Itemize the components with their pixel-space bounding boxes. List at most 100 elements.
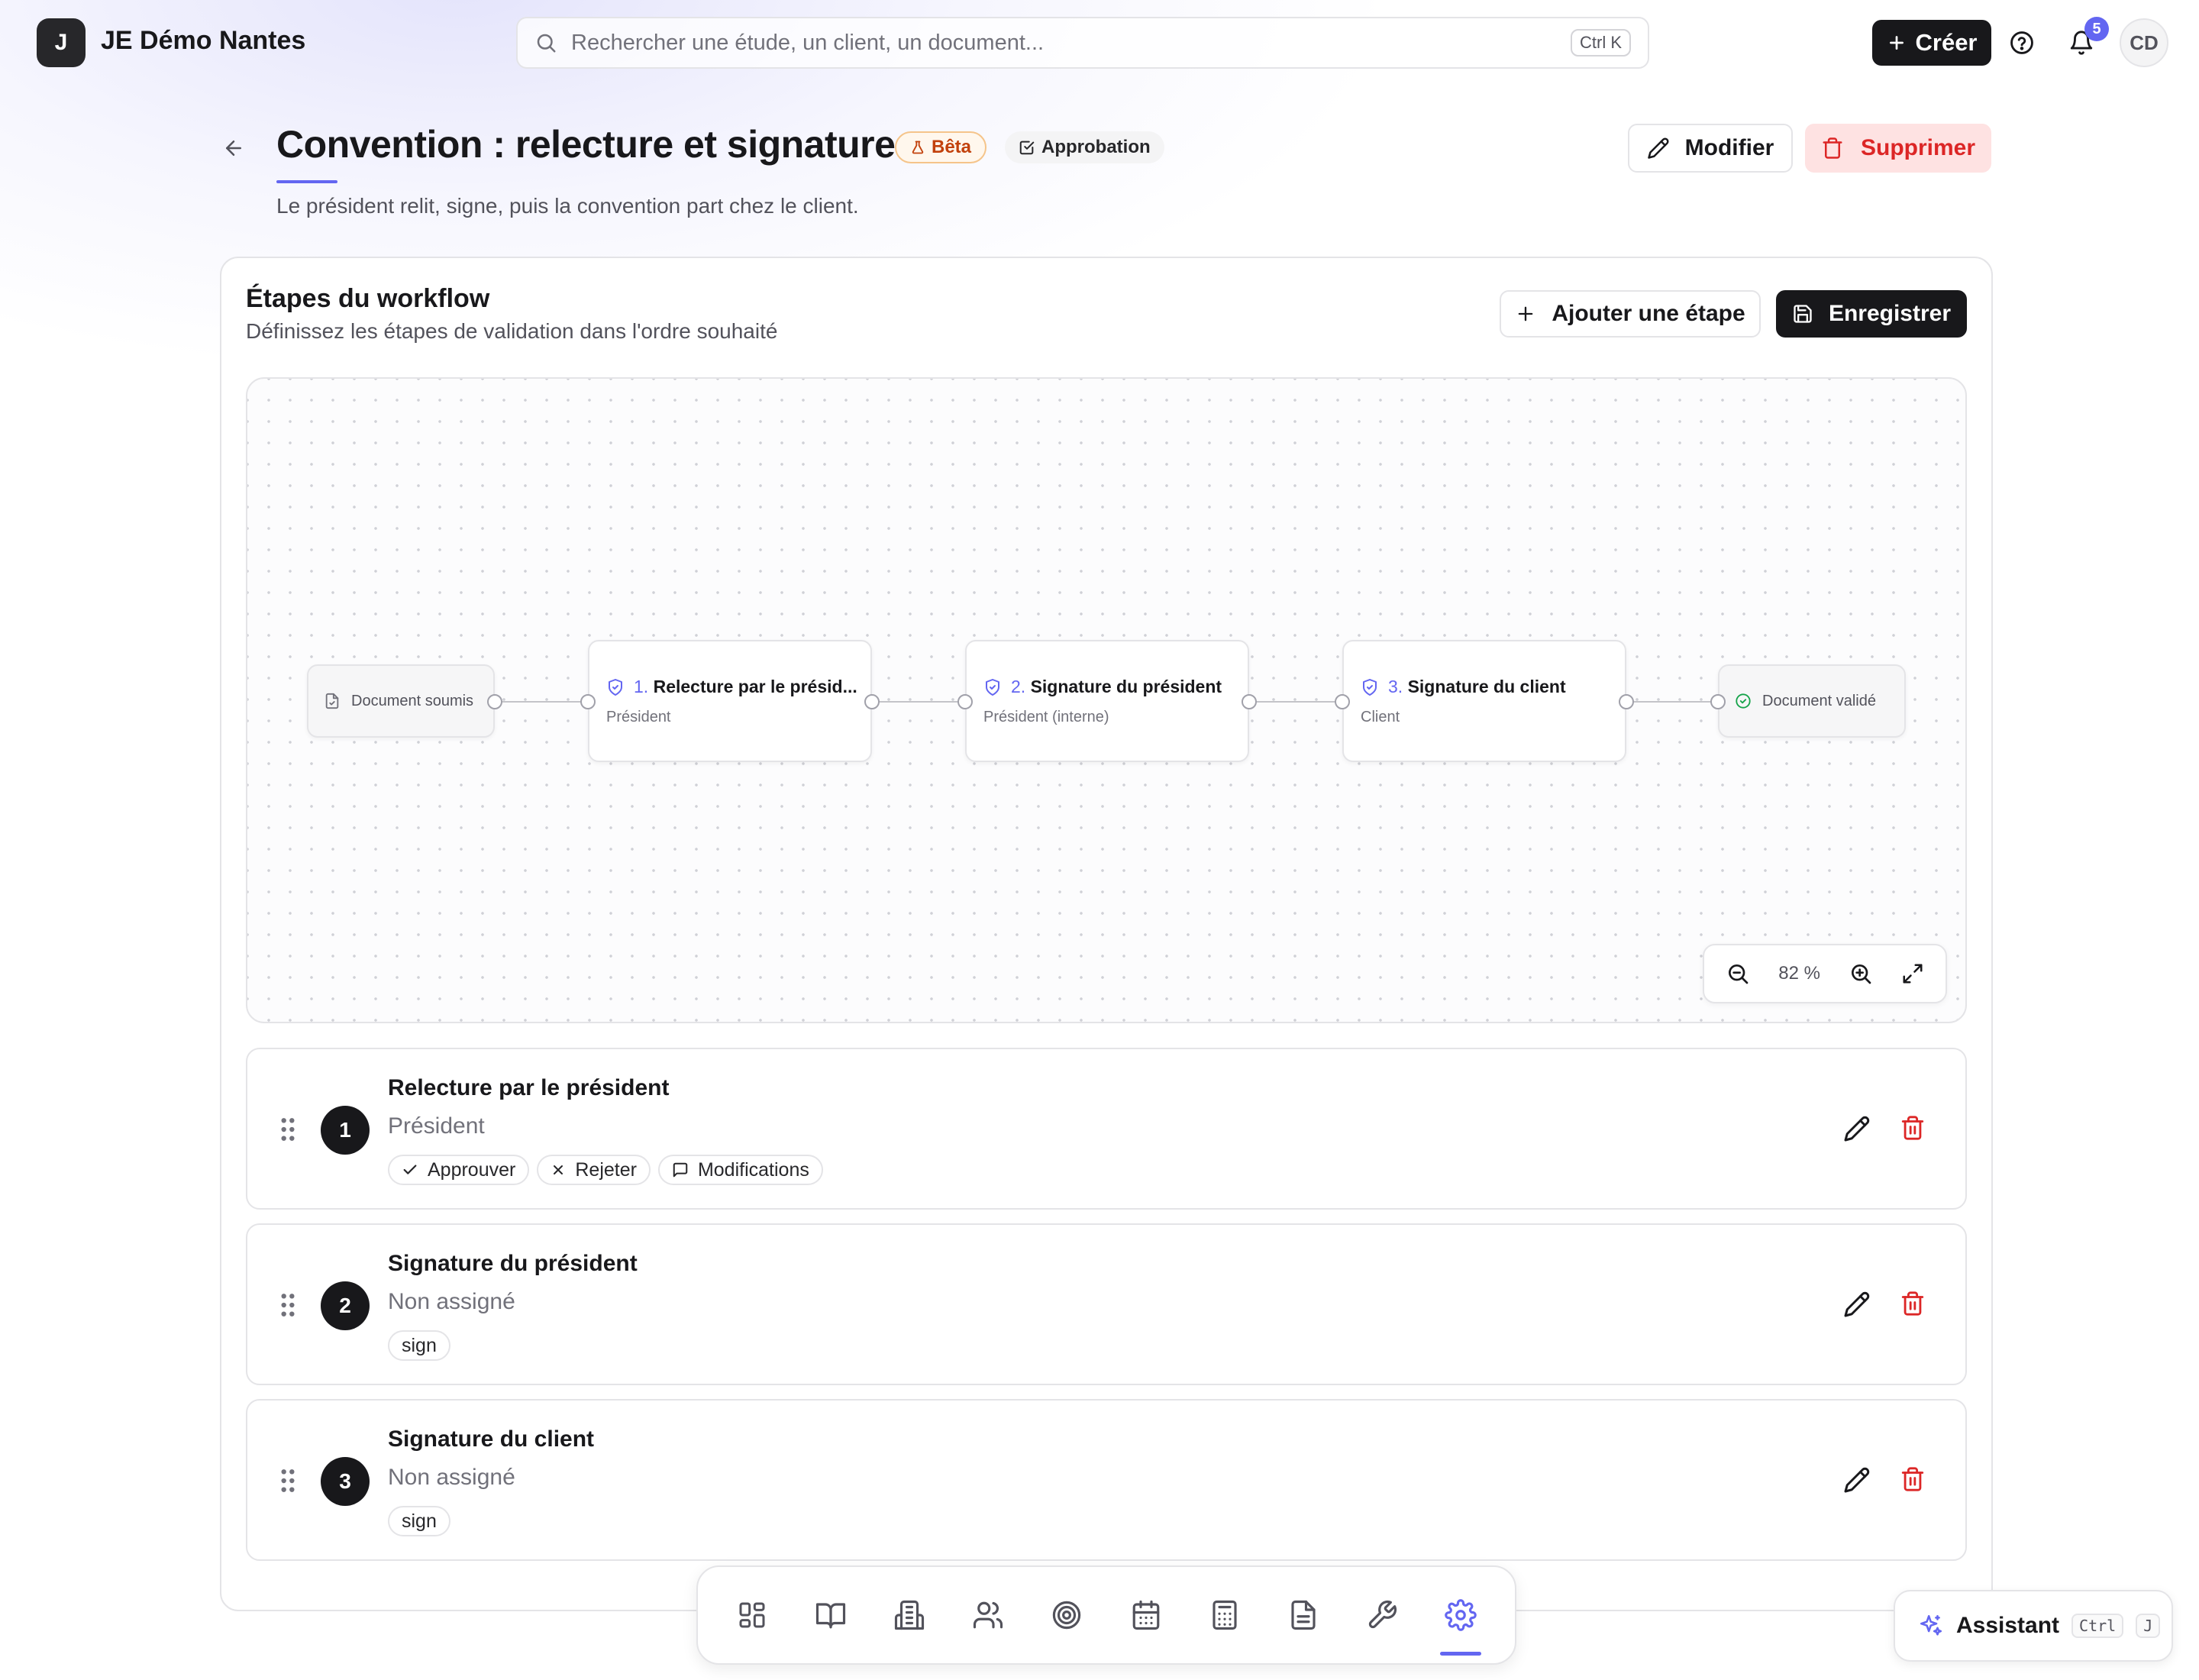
dock-target[interactable] — [1040, 1588, 1093, 1642]
node-step-number: 2. — [1011, 677, 1026, 696]
step-assignee: Non assigné — [388, 1465, 515, 1490]
gear-icon — [1445, 1599, 1477, 1631]
pencil-icon — [1844, 1116, 1870, 1142]
trash-icon — [1901, 1467, 1924, 1491]
node-handle[interactable] — [957, 694, 973, 709]
assistant-button[interactable]: Assistant Ctrl J — [1894, 1590, 2173, 1662]
drag-handle-icon[interactable] — [279, 1292, 296, 1318]
create-button-label: Créer — [1915, 29, 1978, 56]
edge-1-2 — [873, 701, 964, 703]
zoom-out-button[interactable] — [1726, 961, 1750, 986]
assistant-label: Assistant — [1956, 1613, 2060, 1638]
step-number: 2 — [321, 1281, 370, 1330]
edit-workflow-button[interactable]: Modifier — [1628, 124, 1793, 173]
node-step-3[interactable]: 3. Signature du client Client — [1342, 640, 1626, 762]
bottom-dock — [696, 1565, 1516, 1665]
node-step-role: Président (interne) — [983, 709, 1109, 725]
expand-icon — [1903, 964, 1923, 984]
save-button[interactable]: Enregistrer — [1776, 290, 1967, 338]
step-number: 1 — [321, 1106, 370, 1155]
node-step-title: Signature du président — [1030, 677, 1222, 696]
node-handle[interactable] — [1710, 694, 1726, 709]
trash-icon — [1901, 1116, 1924, 1140]
dock-users[interactable] — [961, 1588, 1015, 1642]
node-end-label: Document validé — [1762, 692, 1876, 709]
arrow-left-icon — [222, 137, 245, 160]
flask-icon — [910, 140, 925, 155]
drag-handle-icon[interactable] — [279, 1468, 296, 1494]
edit-workflow-label: Modifier — [1684, 135, 1774, 160]
step-row-3[interactable]: 3 Signature du client Non assigné sign — [246, 1399, 1967, 1561]
users-icon — [974, 1601, 1003, 1629]
org-logo[interactable]: J — [37, 18, 86, 67]
node-handle[interactable] — [580, 694, 596, 709]
fit-view-button[interactable] — [1901, 962, 1924, 985]
org-name[interactable]: JE Démo Nantes — [101, 26, 305, 56]
pencil-icon — [1647, 137, 1670, 160]
dock-active-indicator — [1439, 1652, 1481, 1656]
help-button[interactable] — [2007, 27, 2037, 58]
book-icon — [816, 1603, 846, 1629]
edit-step-button[interactable] — [1843, 1115, 1871, 1142]
zoom-in-icon — [1851, 964, 1871, 984]
action-chip-reject: Rejeter — [537, 1155, 651, 1185]
save-icon — [1792, 303, 1813, 325]
search-icon — [534, 31, 557, 54]
zoom-in-button[interactable] — [1849, 961, 1873, 986]
node-handle[interactable] — [1335, 694, 1350, 709]
workflow-section-title: Étapes du workflow — [246, 284, 490, 313]
step-row-2[interactable]: 2 Signature du président Non assigné sig… — [246, 1223, 1967, 1385]
help-icon — [2009, 30, 2035, 56]
step-row-1[interactable]: 1 Relecture par le président Président A… — [246, 1048, 1967, 1210]
zoom-out-icon — [1729, 964, 1749, 984]
beta-badge: Bêta — [895, 131, 987, 163]
zoom-controls: 82 % — [1703, 944, 1947, 1003]
dock-tools[interactable] — [1355, 1588, 1409, 1642]
node-step-2[interactable]: 2. Signature du président Président (int… — [965, 640, 1249, 762]
drag-handle-icon[interactable] — [279, 1116, 296, 1142]
delete-step-button[interactable] — [1900, 1291, 1926, 1317]
create-button[interactable]: Créer — [1872, 20, 1991, 66]
action-chip-sign: sign — [388, 1330, 450, 1361]
edit-step-button[interactable] — [1843, 1291, 1871, 1318]
node-step-role: Président — [606, 709, 671, 725]
back-button[interactable] — [218, 133, 249, 163]
node-handle[interactable] — [1619, 694, 1634, 709]
dock-documents[interactable] — [1277, 1588, 1330, 1642]
add-step-button[interactable]: Ajouter une étape — [1500, 290, 1761, 338]
delete-workflow-button[interactable]: Supprimer — [1805, 124, 1991, 173]
dock-settings[interactable] — [1434, 1588, 1487, 1656]
edge-2-3 — [1251, 701, 1341, 703]
action-chip-label: Modifications — [697, 1158, 809, 1181]
dock-calculator[interactable] — [1198, 1588, 1251, 1642]
add-step-label: Ajouter une étape — [1552, 301, 1745, 326]
save-label: Enregistrer — [1828, 301, 1952, 326]
node-end[interactable]: Document validé — [1718, 664, 1906, 738]
dock-calendar[interactable] — [1119, 1588, 1173, 1642]
user-avatar[interactable]: CD — [2120, 18, 2168, 67]
delete-step-button[interactable] — [1900, 1466, 1926, 1492]
dock-book[interactable] — [804, 1588, 857, 1642]
dock-dashboard[interactable] — [725, 1588, 779, 1642]
action-chip-label: Approuver — [428, 1158, 516, 1181]
trash-icon — [1901, 1291, 1924, 1316]
trash-icon — [1821, 137, 1844, 160]
action-chip-approve: Approuver — [388, 1155, 530, 1185]
node-handle[interactable] — [487, 694, 502, 709]
step-actions: sign — [388, 1506, 450, 1536]
delete-step-button[interactable] — [1900, 1115, 1926, 1141]
edit-step-button[interactable] — [1843, 1466, 1871, 1494]
type-badge-label: Approbation — [1041, 137, 1151, 157]
plus-icon — [1515, 303, 1536, 325]
workflow-canvas[interactable]: Document soumis 1. Relecture par le prés… — [246, 377, 1967, 1023]
step-name: Relecture par le président — [388, 1075, 670, 1100]
global-search[interactable]: Rechercher une étude, un client, un docu… — [516, 17, 1649, 69]
dock-clients[interactable] — [883, 1588, 936, 1642]
node-handle[interactable] — [864, 694, 880, 709]
node-start[interactable]: Document soumis — [307, 664, 495, 738]
calendar-icon — [1132, 1600, 1159, 1630]
node-step-1[interactable]: 1. Relecture par le présid... Président — [588, 640, 872, 762]
node-handle[interactable] — [1242, 694, 1257, 709]
assistant-shortcut-key: Ctrl — [2071, 1614, 2124, 1638]
comment-icon — [673, 1162, 688, 1178]
